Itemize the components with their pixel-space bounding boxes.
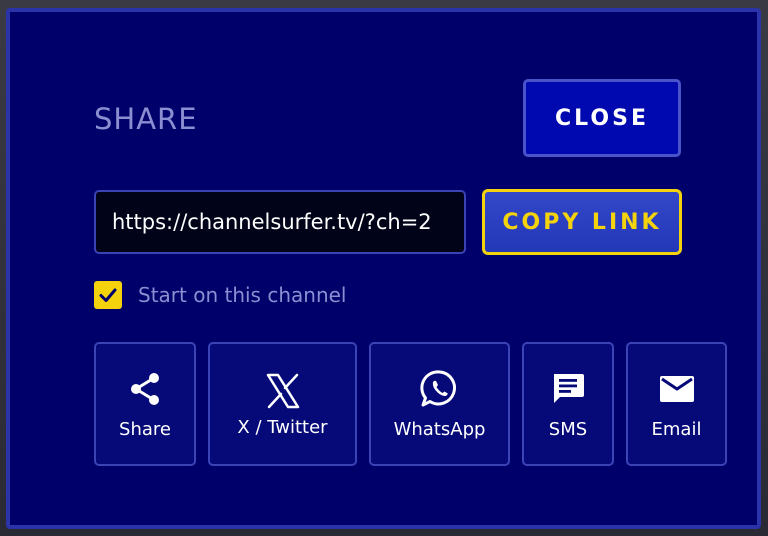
share-option-label: SMS bbox=[548, 418, 588, 440]
share-dialog: SHARE CLOSE COPY LINK Start on this chan… bbox=[6, 8, 761, 529]
share-option-email[interactable]: Email bbox=[626, 342, 727, 466]
whatsapp-icon bbox=[419, 369, 460, 409]
share-option-sms[interactable]: SMS bbox=[522, 342, 614, 466]
share-option-label: Share bbox=[119, 418, 171, 440]
share-option-share[interactable]: Share bbox=[94, 342, 196, 466]
start-on-channel-row[interactable]: Start on this channel bbox=[94, 278, 346, 312]
share-option-x-twitter[interactable]: X / Twitter bbox=[208, 342, 357, 466]
share-option-whatsapp[interactable]: WhatsApp bbox=[369, 342, 510, 466]
start-on-channel-checkbox[interactable] bbox=[94, 281, 122, 309]
copy-link-button[interactable]: COPY LINK bbox=[482, 189, 682, 255]
sms-icon bbox=[550, 369, 586, 409]
start-on-channel-label: Start on this channel bbox=[138, 283, 347, 307]
share-url-input[interactable] bbox=[94, 190, 466, 254]
x-twitter-icon bbox=[265, 371, 301, 411]
email-icon bbox=[659, 369, 695, 409]
share-option-label: X / Twitter bbox=[237, 416, 328, 438]
share-icon bbox=[128, 369, 162, 409]
dialog-title: SHARE bbox=[94, 102, 198, 136]
close-button[interactable]: CLOSE bbox=[523, 79, 681, 157]
share-option-label: WhatsApp bbox=[393, 418, 486, 440]
share-option-label: Email bbox=[651, 418, 702, 440]
checkmark-icon bbox=[99, 288, 117, 302]
